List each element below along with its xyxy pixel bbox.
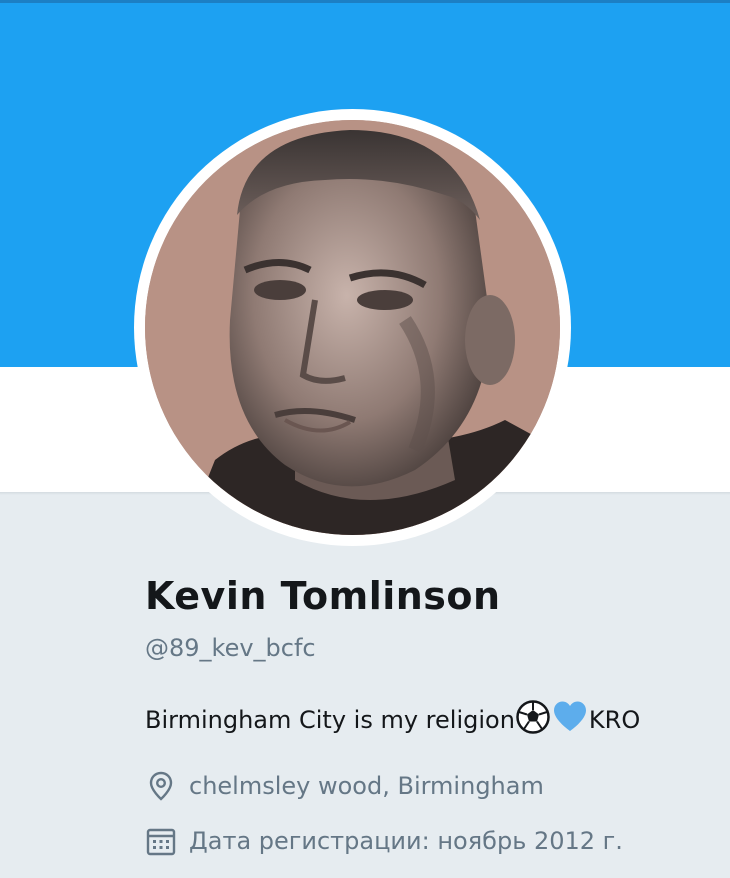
avatar[interactable] bbox=[145, 120, 560, 535]
blue-heart-emoji bbox=[552, 700, 588, 740]
profile-page: Kevin Tomlinson @89_kev_bcfc Birmingham … bbox=[0, 0, 730, 878]
avatar-portrait-image bbox=[145, 120, 560, 535]
profile-bio: Birmingham City is my religion KRO bbox=[145, 700, 640, 740]
join-date-text: Дата регистрации: ноябрь 2012 г. bbox=[189, 827, 623, 855]
profile-handle: @89_kev_bcfc bbox=[145, 634, 316, 662]
profile-join-date: Дата регистрации: ноябрь 2012 г. bbox=[145, 825, 623, 857]
location-text[interactable]: chelmsley wood, Birmingham bbox=[189, 772, 544, 800]
bio-suffix: KRO bbox=[588, 706, 641, 734]
location-pin-icon bbox=[145, 770, 177, 802]
profile-location: chelmsley wood, Birmingham bbox=[145, 770, 544, 802]
profile-name: Kevin Tomlinson bbox=[145, 574, 501, 618]
calendar-icon bbox=[145, 825, 177, 857]
soccer-ball-emoji bbox=[516, 700, 550, 740]
bio-text: Birmingham City is my religion bbox=[145, 706, 515, 734]
